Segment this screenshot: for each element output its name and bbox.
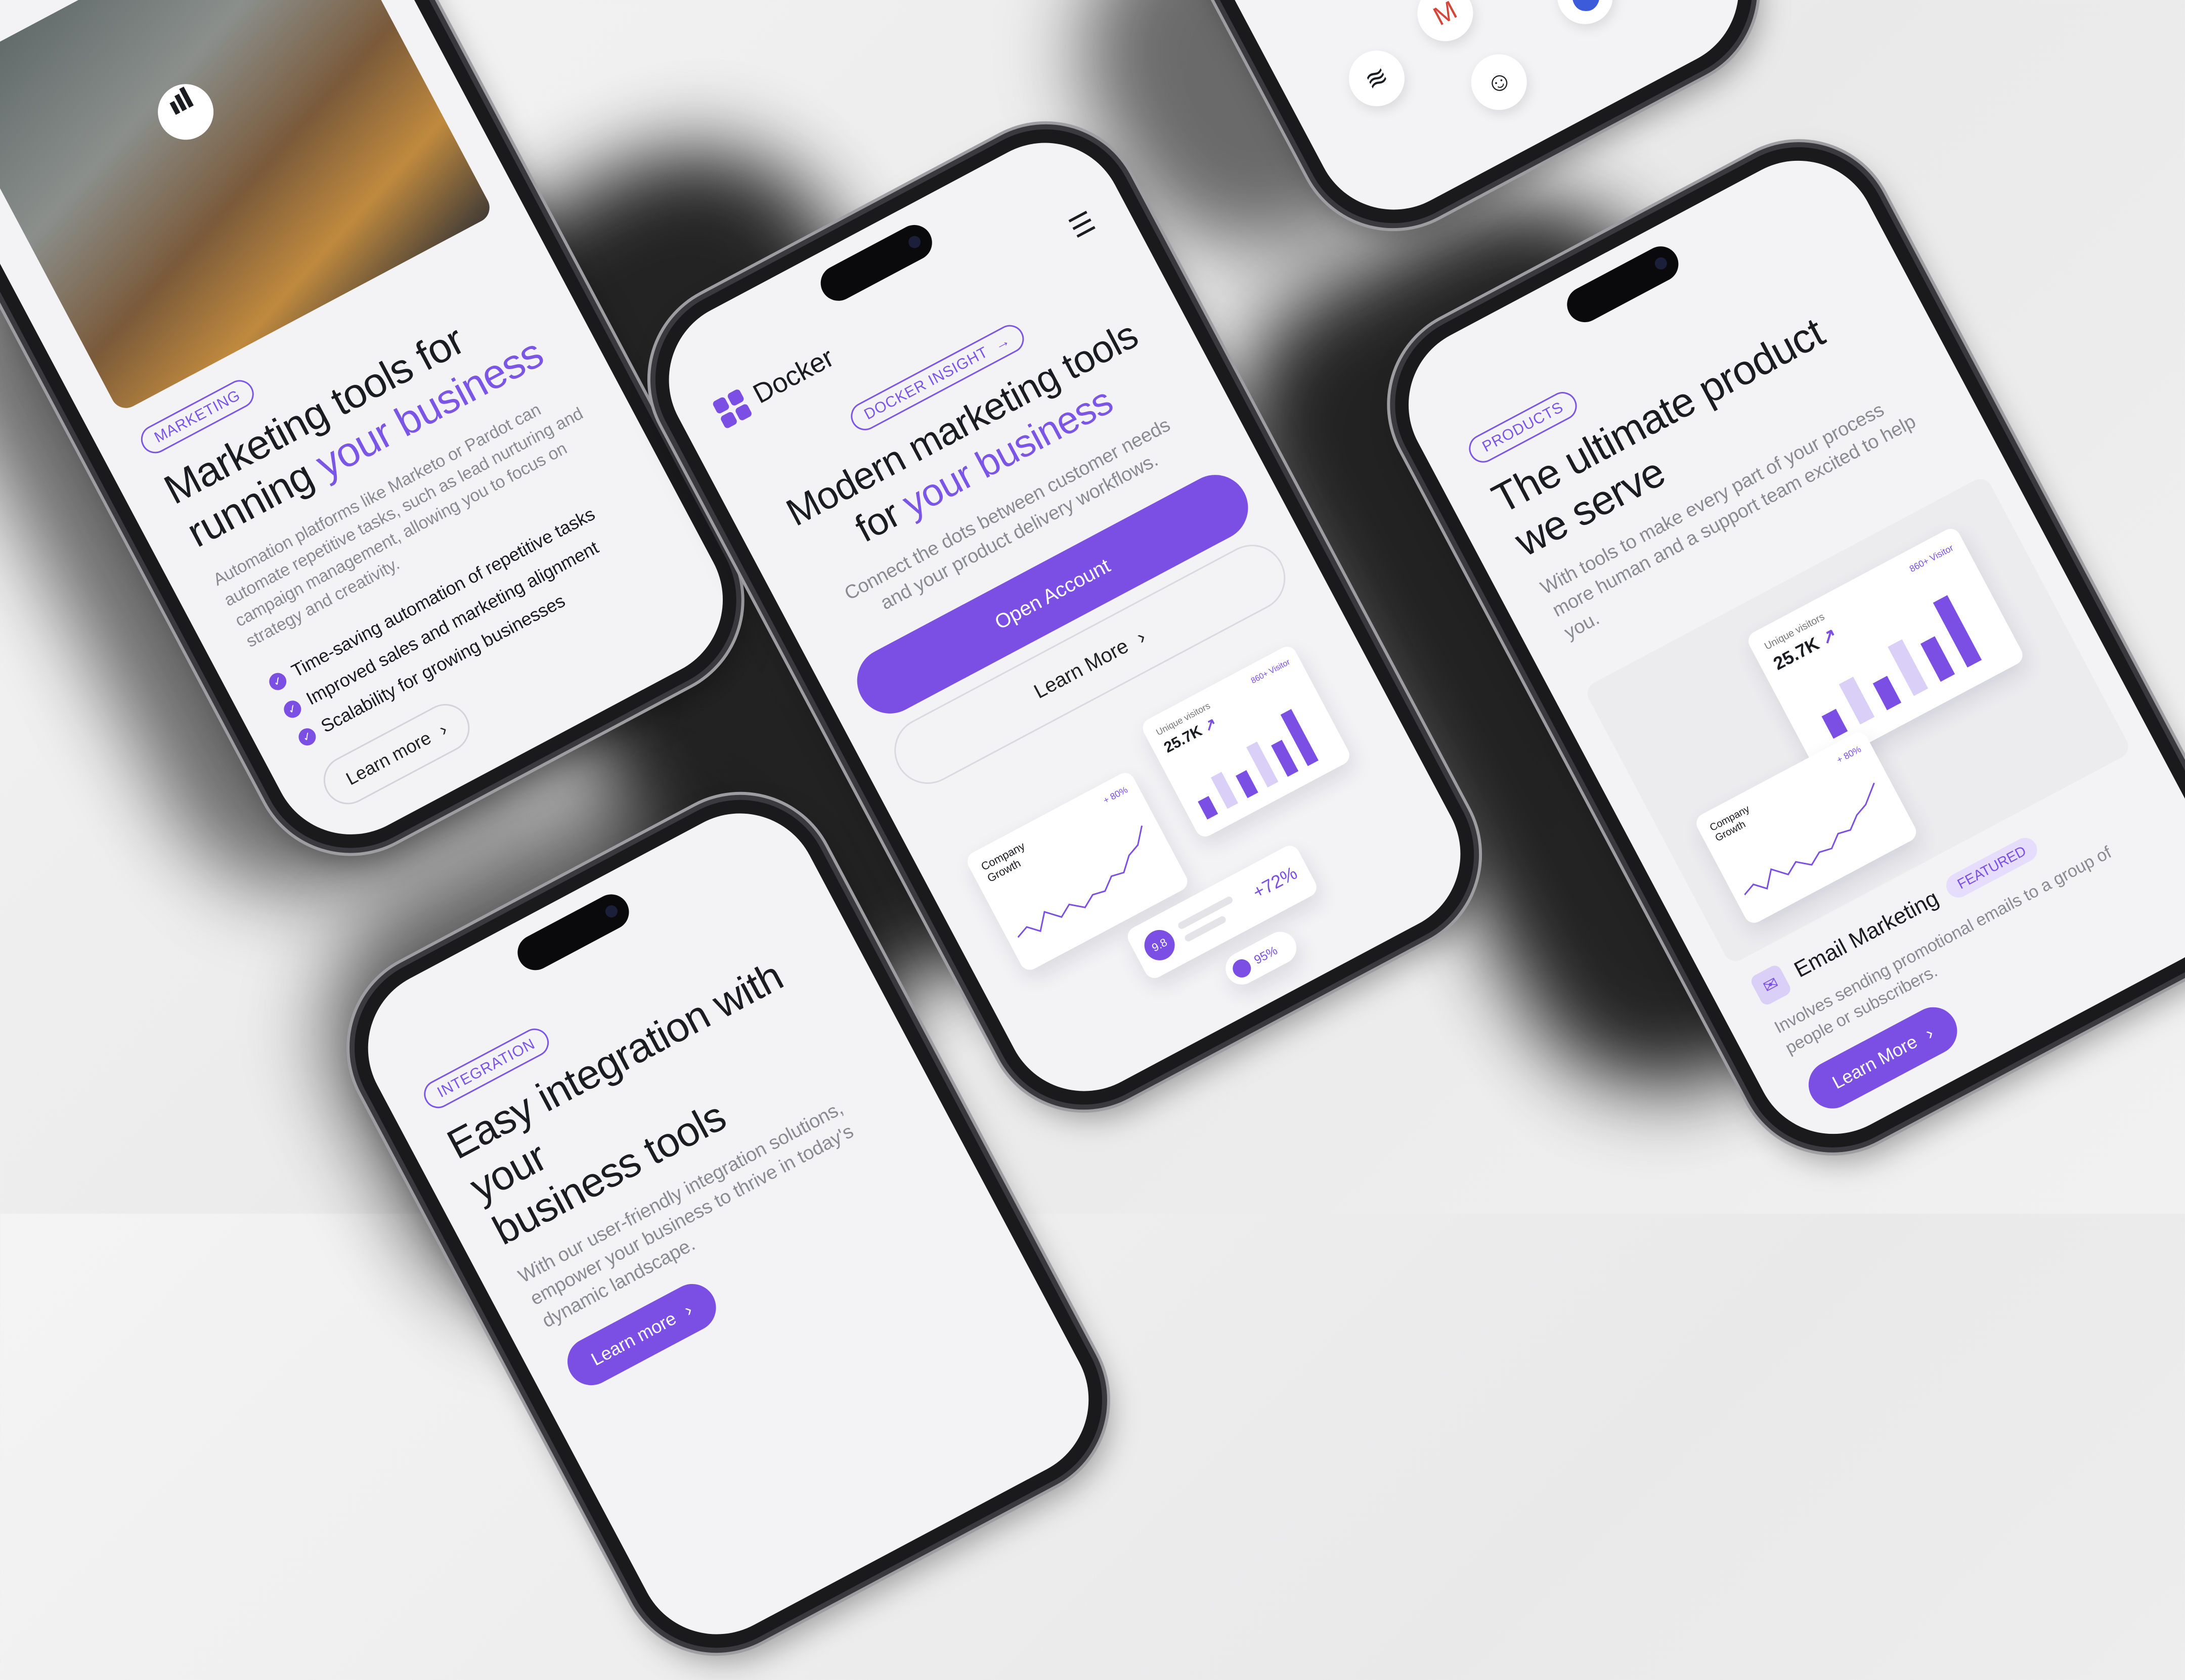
email-marketing-icon: ✉ [1749,963,1793,1007]
learn-more-label: Learn More [1828,1031,1921,1093]
check-icon: ✓ [295,725,319,749]
docker-logo-icon [711,387,755,431]
unique-visitors-card: Unique visitors 25.7K ↗ 860+ Visitor [1139,643,1353,841]
growth-card-title: Company Growth [1708,803,1752,844]
chart-bar [1839,677,1875,725]
chevron-right-icon: › [680,1299,696,1320]
unique-visitors-card: Unique visitors 25.7K ↗ 860+ Visitor [1744,525,2026,771]
chart-bar [1210,772,1238,809]
chart-bar [1198,795,1218,820]
chevron-right-icon: › [1132,626,1150,649]
growth-line-chart [1744,782,1875,896]
learn-more-label: Learn more [587,1307,680,1370]
dynamic-island [1560,240,1685,329]
company-growth-card: Company Growth + 80% [1693,729,1920,926]
visitors-card-badge: 860+ Visitor [1907,542,1955,574]
chevron-right-icon: › [435,718,451,740]
dynamic-island [511,888,635,977]
chevron-right-icon: › [1921,1022,1937,1044]
chart-bar [1821,709,1848,739]
progress-ring-icon [1229,956,1254,981]
learn-more-label: Learn More [1030,635,1132,703]
trend-up-icon: ↗ [1200,714,1220,735]
growth-card-delta: + 80% [1101,784,1129,806]
gmail-icon: M [1407,0,1483,51]
visitors-bar-chart [1179,699,1333,820]
hamburger-menu-icon[interactable]: ☰ [1064,205,1101,244]
chart-logo-icon [148,74,224,150]
chart-bar [1236,770,1258,799]
arrow-right-icon: → [991,332,1014,354]
percent-value: 95% [1252,943,1280,967]
check-icon: ✓ [281,697,304,721]
visitors-card-badge: 860+ Visitor [1249,657,1292,686]
chart-bar [1920,636,1955,682]
pin-icon: ⬤ [1547,0,1623,34]
score-badge: 9.8 [1139,924,1181,966]
visitors-bar-chart [1798,582,2003,739]
chart-bar [1271,739,1299,777]
growth-card-delta: + 80% [1835,744,1863,766]
check-icon: ✓ [266,670,290,694]
learn-more-label: Learn more [342,727,434,789]
stack-icon: ≋ [1339,40,1415,116]
trend-up-icon: ↗ [1817,623,1841,649]
brand-name: Docker [748,342,839,410]
mailchimp-icon: ☺ [1461,45,1537,120]
stat-change: +72% [1249,862,1301,903]
chart-bar [1872,676,1902,711]
